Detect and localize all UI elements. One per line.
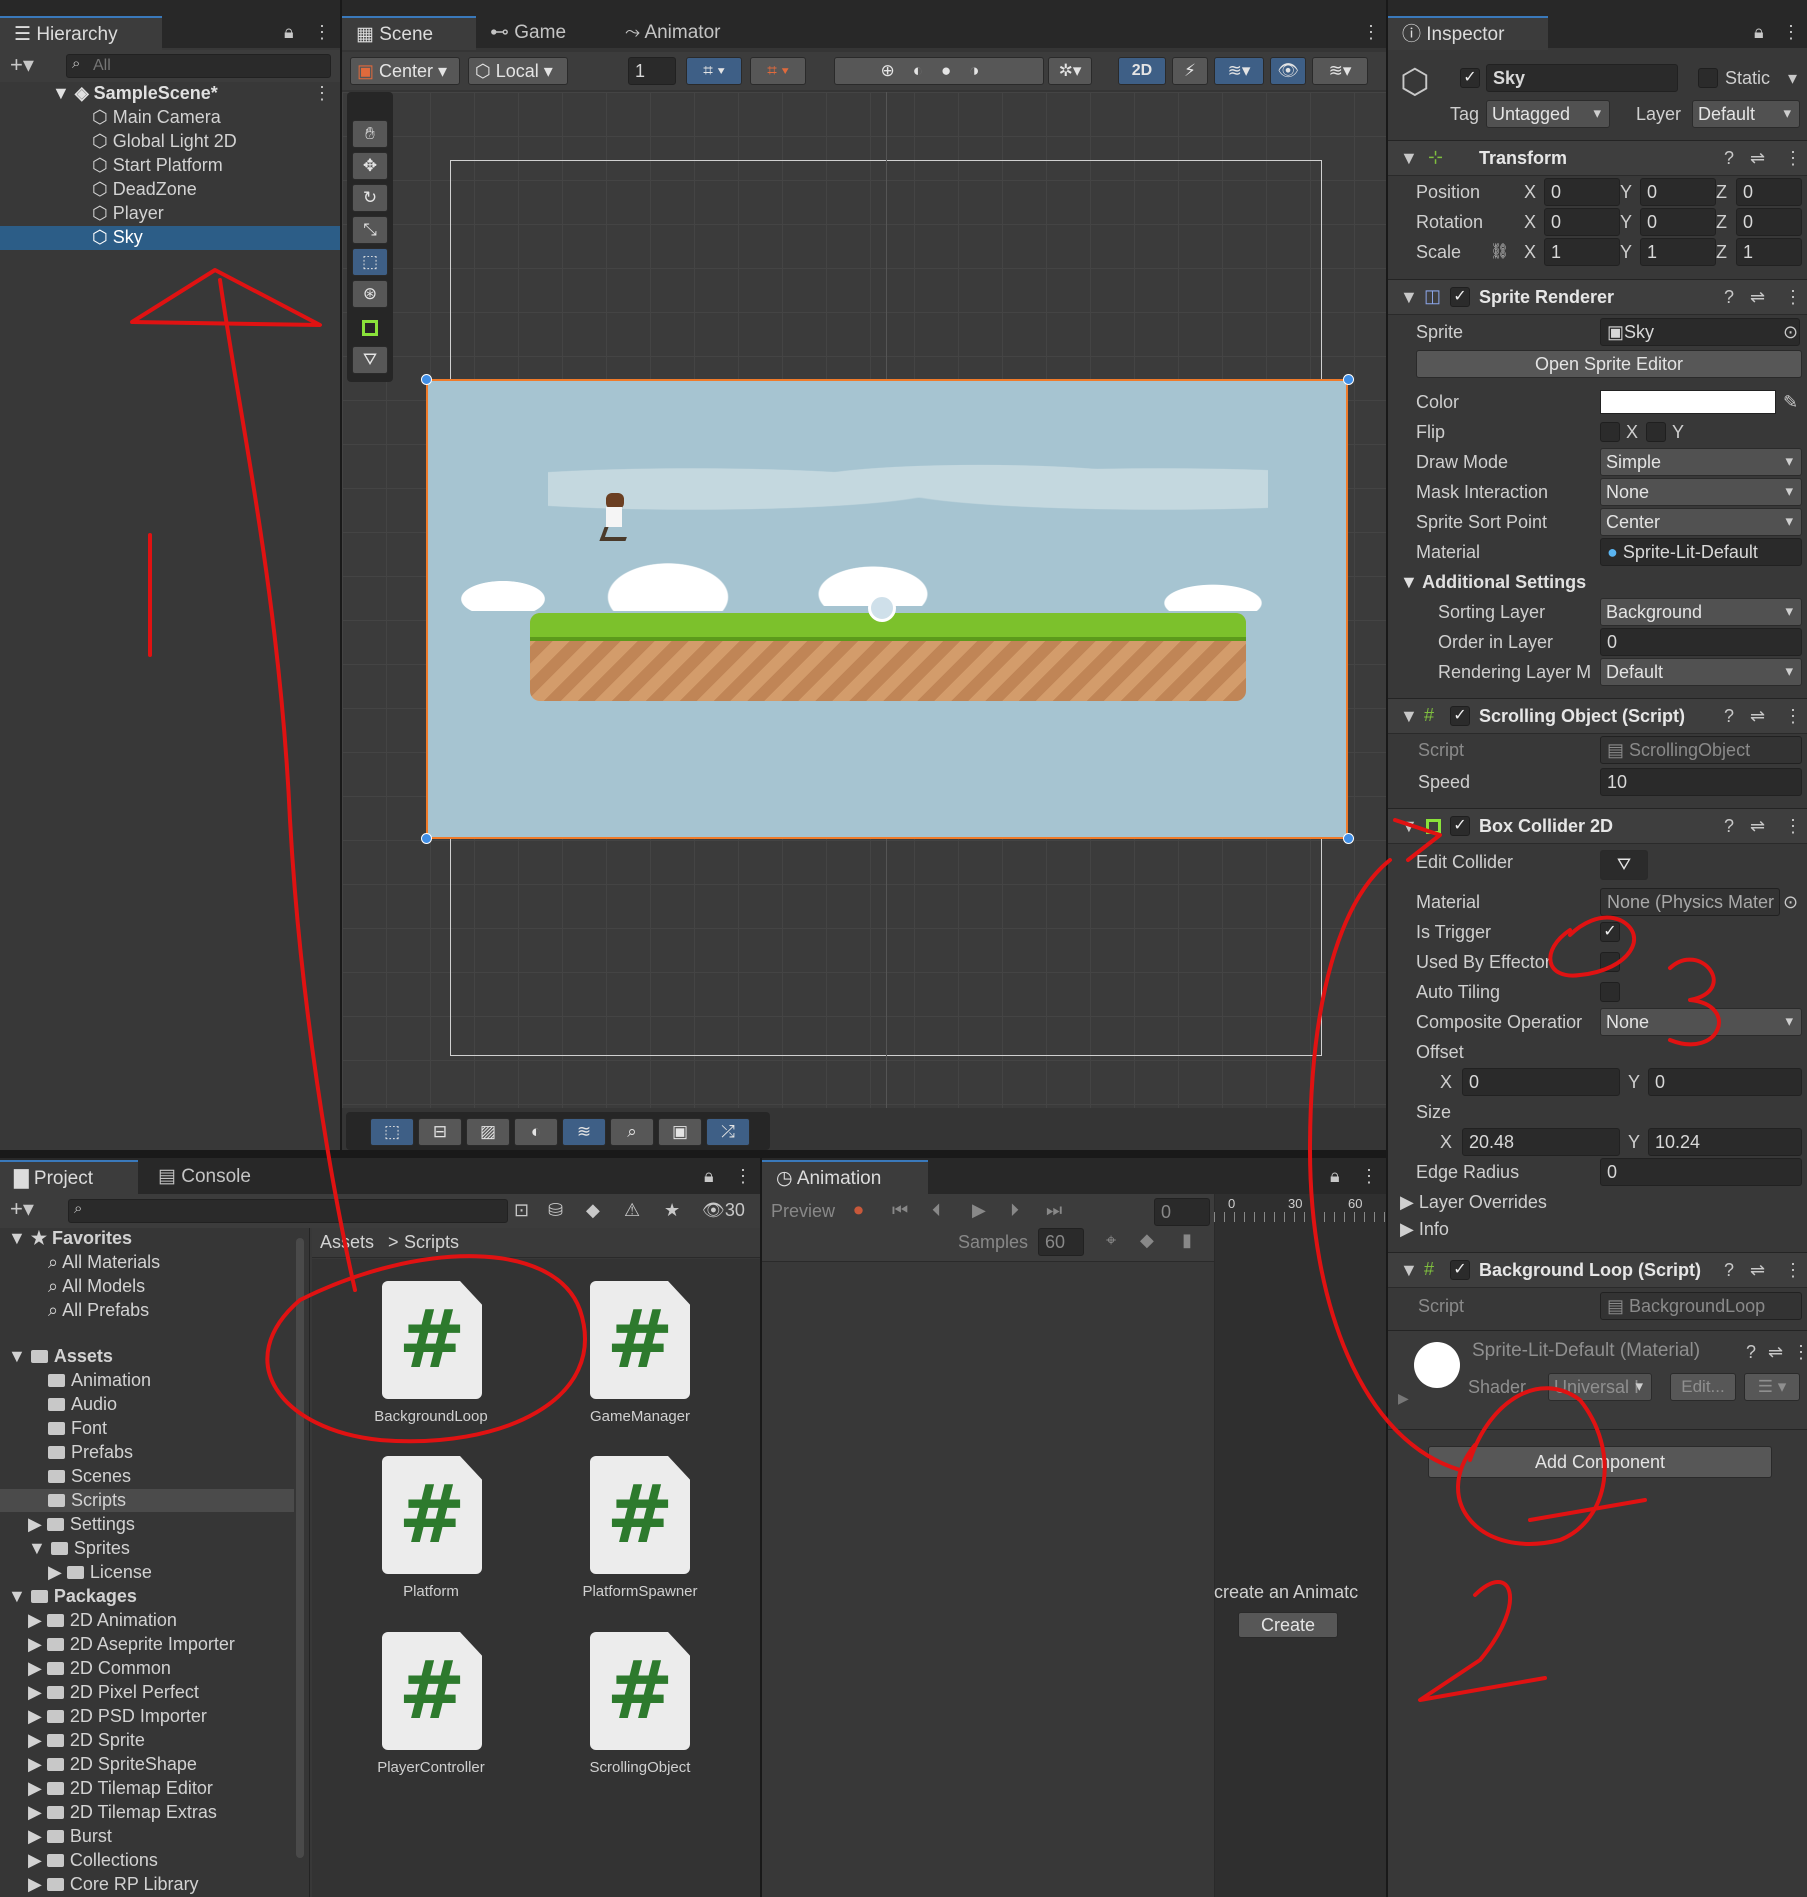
annotation-digit-2-stroke — [1418, 1580, 1547, 1702]
annotation-arrowhead-2 — [1393, 818, 1442, 862]
annotation-circle-backgroundloop — [265, 1254, 587, 1444]
annotation-circle-trigger — [1548, 915, 1637, 978]
annotation-arrow-1 — [218, 278, 357, 1292]
annotation-overlay — [130, 268, 1721, 1702]
annotation-digit-3-stroke — [1668, 957, 1721, 1047]
annotation-arrow-2 — [1308, 858, 1462, 1472]
